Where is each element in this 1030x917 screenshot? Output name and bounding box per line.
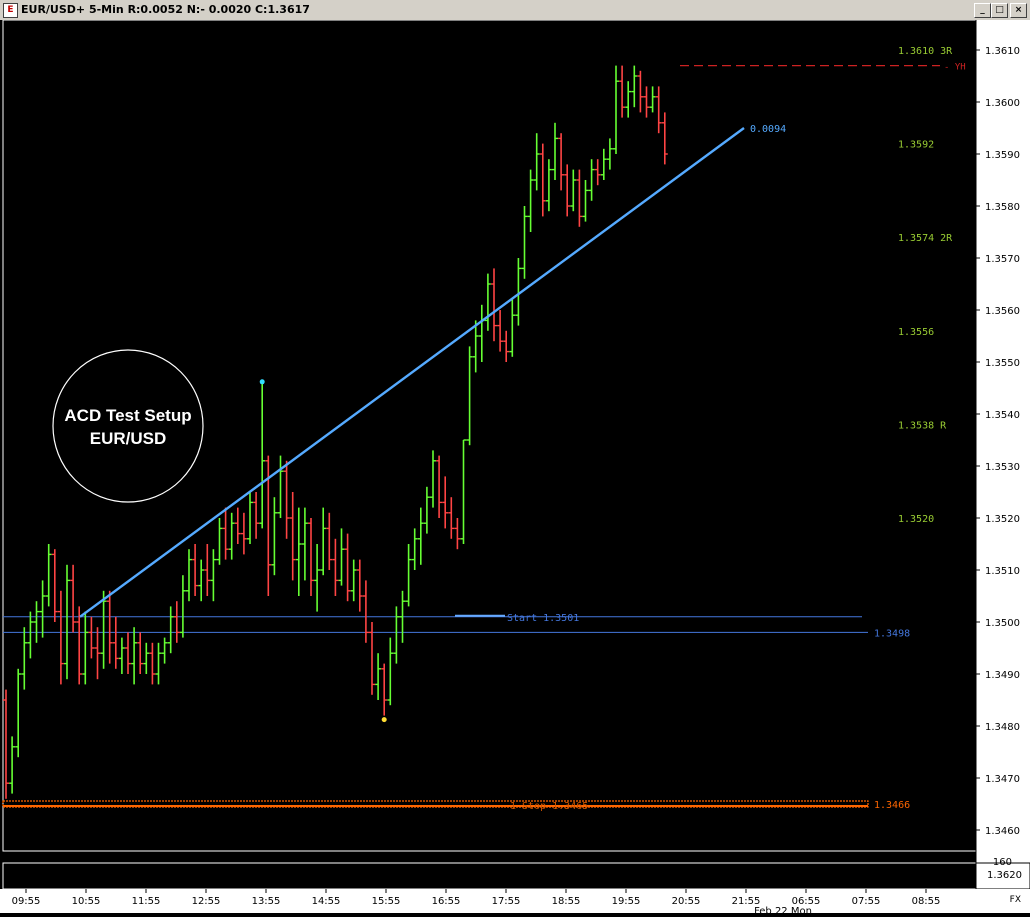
plot-frame (2, 19, 977, 890)
y-tick-label: 1.3460 (985, 826, 1020, 837)
x-tick-label: 08:55 (912, 896, 941, 907)
y-tick-label: 1.3480 (985, 722, 1020, 733)
level-label: 1.3520 (898, 514, 934, 525)
lower-panel (2, 862, 977, 890)
x-tick-label: 15:55 (372, 896, 401, 907)
low-marker (381, 717, 387, 723)
y-axis: 1.3610 1.3600 1.3590 1.3580 1.3570 1.3560 1.35… (975, 20, 1030, 890)
level-label: 1.3574 2R (898, 233, 953, 244)
x-tick-label: 09:55 (12, 896, 41, 907)
x-tick-label: 13:55 (252, 896, 281, 907)
y-tick-label: 1.3590 (985, 150, 1020, 161)
minimize-icon[interactable]: _ (974, 3, 991, 18)
annotation-line2: EUR/USD (90, 429, 167, 448)
yh-label: - YH (944, 63, 966, 73)
x-tick-label: 14:55 (312, 896, 341, 907)
annotation-line1: ACD Test Setup (64, 406, 191, 425)
y-tick-label: 1.3610 (985, 46, 1020, 57)
x-tick-label: 18:55 (552, 896, 581, 907)
start-label: Start 1.3501 (507, 613, 579, 624)
y-tick-label: 1.3600 (985, 98, 1020, 109)
x-tick-label: 10:55 (72, 896, 101, 907)
ohlc-chart: 1.3610 3R 1.3592 1.3574 2R 1.3556 1.3538 R 1.… (0, 19, 1030, 917)
x-tick-label: 20:55 (672, 896, 701, 907)
y-tick-label: 1.3570 (985, 254, 1020, 265)
close-icon[interactable]: × (1010, 3, 1027, 18)
y-tick-label: 1.3530 (985, 462, 1020, 473)
level-label: 1.3592 (898, 140, 934, 151)
y-tick-label: 1.3520 (985, 514, 1020, 525)
level-label: 1.3538 R (898, 420, 947, 431)
y-tick-label: 1.3580 (985, 202, 1020, 213)
stop-label: 1 Stop 1.3465 (510, 801, 588, 812)
level-label: 1.3610 3R (898, 46, 953, 57)
trend-label: 0.0094 (750, 124, 786, 135)
y-tick-label: 1.3470 (985, 774, 1020, 785)
chart-area: 1.3610 3R 1.3592 1.3574 2R 1.3556 1.3538 R 1.… (0, 19, 1030, 917)
stop-marker: 1.3466 (874, 800, 910, 811)
y-tick-label: 1.3500 (985, 618, 1020, 629)
y-tick-label: 1.3540 (985, 410, 1020, 421)
level-label: 1.3556 (898, 327, 934, 338)
y-tick-label: 1.3550 (985, 358, 1020, 369)
high-marker (259, 379, 265, 385)
x-tick-label: 17:55 (492, 896, 521, 907)
y-tick-label: 1.3490 (985, 670, 1020, 681)
document-icon: E (3, 3, 18, 18)
x-date-label: Feb 22 Mon (754, 906, 812, 913)
maximize-icon[interactable]: □ (991, 3, 1008, 18)
x-axis: 09:55 10:55 11:55 12:55 13:55 14:55 15:55 16:55… (0, 889, 1030, 917)
window-title: EUR/USD+ 5-Min R:0.0052 N:- 0.0020 C:1.3… (21, 3, 310, 16)
pivot-label: 1.3498 (874, 628, 910, 639)
x-tick-label: 16:55 (432, 896, 461, 907)
panel-value1: 160 (993, 857, 1012, 868)
panel-value2: 1.3620 (987, 870, 1022, 881)
x-tick-label: 11:55 (132, 896, 161, 907)
x-tick-label: 19:55 (612, 896, 641, 907)
x-tick-label: 12:55 (192, 896, 221, 907)
y-tick-label: 1.3560 (985, 306, 1020, 317)
y-tick-label: 1.3510 (985, 566, 1020, 577)
x-tick-label: 07:55 (852, 896, 881, 907)
window-titlebar: E EUR/USD+ 5-Min R:0.0052 N:- 0.0020 C:1… (0, 0, 1030, 21)
panel-footer: FX (1010, 895, 1021, 905)
